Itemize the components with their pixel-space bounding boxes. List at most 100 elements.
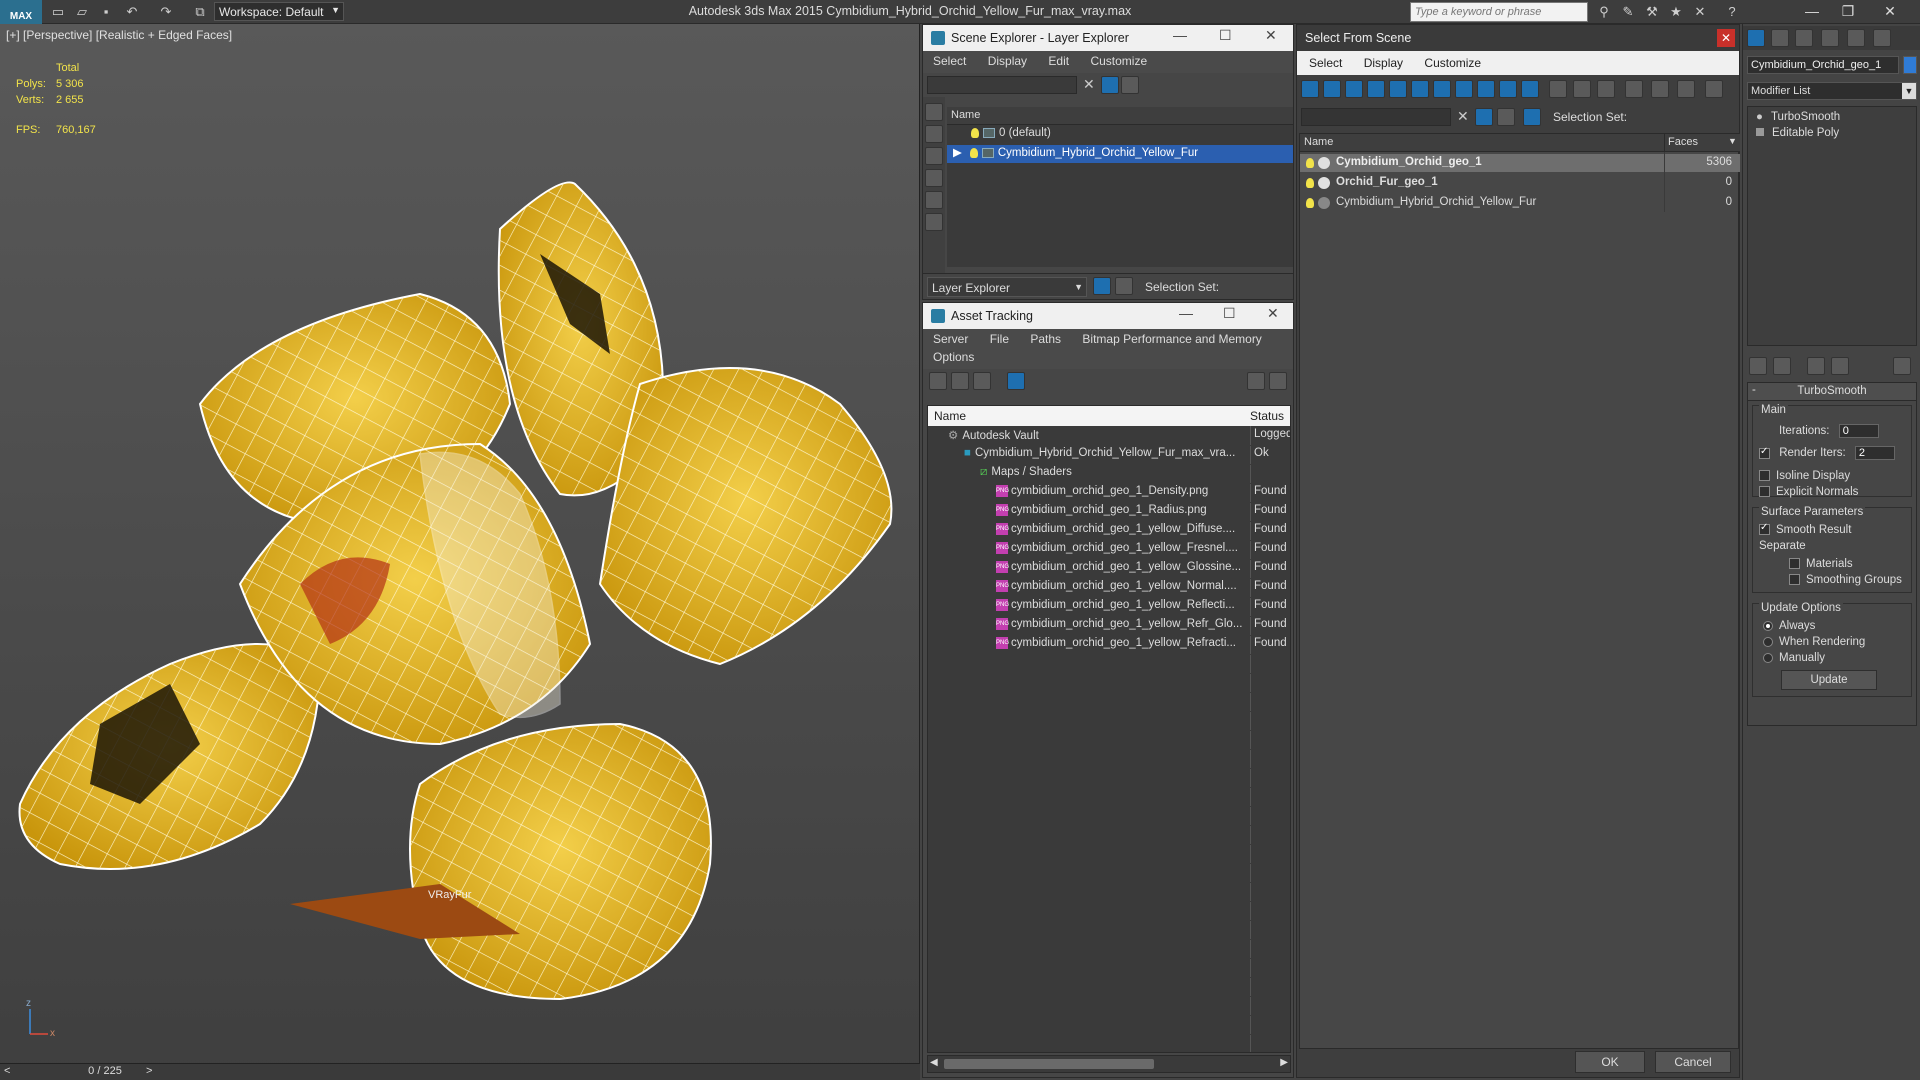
configure-modifier-sets-icon[interactable]	[1893, 357, 1911, 375]
menu-bitmap-performance[interactable]: Bitmap Performance and Memory	[1082, 332, 1261, 346]
explicit-normals-checkbox[interactable]	[1759, 486, 1770, 498]
remove-modifier-icon[interactable]	[1831, 357, 1849, 375]
app-logo[interactable]: MAX	[0, 0, 42, 24]
explorer-mode-dropdown[interactable]: Layer Explorer ▼	[927, 277, 1087, 297]
bulb-icon[interactable]	[1306, 158, 1314, 168]
clear-icon[interactable]: ✕	[1083, 76, 1095, 93]
menu-customize[interactable]: Customize	[1090, 54, 1147, 68]
x-exchange-icon[interactable]: ✕	[1692, 4, 1708, 20]
object-name-field[interactable]: Cymbidium_Orchid_geo_1	[1747, 56, 1899, 74]
motion-tab-icon[interactable]	[1821, 29, 1839, 47]
undo-icon[interactable]: ↶	[124, 4, 140, 20]
menu-select[interactable]: Select	[933, 54, 966, 68]
display-lights-icon[interactable]	[925, 147, 943, 165]
smoothing-groups-row[interactable]: Smoothing Groups	[1789, 574, 1902, 586]
isoline-checkbox[interactable]	[1759, 470, 1770, 482]
thumbnail-view-icon[interactable]	[973, 372, 991, 390]
always-radio[interactable]	[1763, 620, 1773, 631]
find-input[interactable]	[1301, 108, 1451, 126]
display-cameras-icon[interactable]	[925, 169, 943, 187]
time-next-button[interactable]: >	[146, 1065, 152, 1077]
asset-row[interactable]: PNG cymbidium_orchid_geo_1_Radius.png Foun…	[928, 502, 1290, 520]
select-invert-icon[interactable]	[1677, 80, 1695, 98]
bulb-icon[interactable]	[969, 147, 978, 158]
minimize-icon[interactable]: —	[1179, 305, 1193, 321]
select-none-icon[interactable]	[1651, 80, 1669, 98]
asset-row[interactable]: PNG cymbidium_orchid_geo_1_yellow_Reflect…	[928, 597, 1290, 615]
update-button[interactable]: Update	[1781, 670, 1877, 690]
asset-row[interactable]: PNG cymbidium_orchid_geo_1_yellow_Refr_Gl…	[928, 616, 1290, 634]
when-rendering-row[interactable]: When Rendering	[1763, 636, 1865, 648]
ok-button[interactable]: OK	[1575, 1051, 1645, 1073]
orchid-model[interactable]: VRayFur z x	[0, 24, 920, 1064]
close-icon[interactable]: ✕	[1880, 3, 1900, 21]
settings-icon[interactable]	[1269, 372, 1287, 390]
cameras-filter-icon[interactable]	[1367, 80, 1385, 98]
time-slider[interactable]: < 0 / 225 >	[0, 1063, 920, 1080]
expand-arrow-icon[interactable]: ▶	[953, 147, 962, 159]
isoline-row[interactable]: Isoline Display	[1759, 470, 1850, 482]
modify-tab-icon[interactable]	[1771, 29, 1789, 47]
smoothing-groups-checkbox[interactable]	[1789, 574, 1800, 586]
when-rendering-radio[interactable]	[1763, 636, 1773, 647]
close-icon[interactable]: ✕	[1267, 305, 1279, 322]
modifier-list-dropdown[interactable]: Modifier List ▼	[1747, 82, 1917, 100]
expand-box-icon[interactable]	[1756, 128, 1764, 136]
menu-select[interactable]: Select	[1309, 56, 1342, 70]
geometry-filter-icon[interactable]	[1301, 80, 1319, 98]
display-helpers-icon[interactable]	[925, 191, 943, 209]
object-row[interactable]: Cymbidium_Orchid_geo_1 5306	[1300, 154, 1740, 172]
asset-row[interactable]: ⚙ Autodesk Vault Logged	[928, 426, 1290, 444]
restore-icon[interactable]: ❐	[1838, 3, 1858, 21]
hierarchy-icon[interactable]	[1115, 277, 1133, 295]
select-from-scene-titlebar[interactable]: Select From Scene ✕	[1297, 25, 1739, 51]
menu-display[interactable]: Display	[1364, 56, 1403, 70]
menu-server[interactable]: Server	[933, 332, 968, 346]
menu-file[interactable]: File	[990, 332, 1009, 346]
refresh-icon[interactable]	[929, 372, 947, 390]
menu-display[interactable]: Display	[988, 54, 1027, 68]
asset-row[interactable]: PNG cymbidium_orchid_geo_1_yellow_Fresnel…	[928, 540, 1290, 558]
lightbulb-icon[interactable]: ●	[1756, 111, 1763, 123]
col-name-header[interactable]: Name	[1304, 136, 1333, 148]
asset-row[interactable]: PNG cymbidium_orchid_geo_1_yellow_Diffuse…	[928, 521, 1290, 539]
table-view-icon[interactable]	[1007, 372, 1025, 390]
scene-explorer-titlebar[interactable]: Scene Explorer - Layer Explorer — ☐ ✕	[923, 25, 1293, 51]
helpers-filter-icon[interactable]	[1389, 80, 1407, 98]
cancel-button[interactable]: Cancel	[1655, 1051, 1731, 1073]
filter-icon[interactable]	[1101, 76, 1119, 94]
asset-tracking-titlebar[interactable]: Asset Tracking — ☐ ✕	[923, 303, 1293, 329]
object-color-swatch[interactable]	[1903, 56, 1917, 74]
manually-radio[interactable]	[1763, 652, 1773, 663]
materials-checkbox[interactable]	[1789, 558, 1800, 570]
asset-row[interactable]: PNG cymbidium_orchid_geo_1_yellow_Normal.…	[928, 578, 1290, 596]
bulb-icon[interactable]	[1306, 198, 1314, 208]
invert-display-icon[interactable]	[1597, 80, 1615, 98]
layer-row-default[interactable]: 0 (default)	[947, 127, 1293, 145]
asset-row[interactable]: PNG cymbidium_orchid_geo_1_Density.png Fou…	[928, 483, 1290, 501]
bulb-icon[interactable]	[971, 127, 979, 138]
xrefs-filter-icon[interactable]	[1455, 80, 1473, 98]
shapes-filter-icon[interactable]	[1323, 80, 1341, 98]
asset-row[interactable]: ⧄ Maps / Shaders	[928, 464, 1290, 482]
binoculars-icon[interactable]: ⚲	[1596, 4, 1612, 20]
layer-filter-icon[interactable]	[1497, 108, 1515, 126]
filter-icon[interactable]	[1475, 108, 1493, 126]
explicit-normals-row[interactable]: Explicit Normals	[1759, 486, 1858, 498]
new-file-icon[interactable]: ▭	[50, 4, 66, 20]
object-row[interactable]: Cymbidium_Hybrid_Orchid_Yellow_Fur 0	[1300, 194, 1740, 212]
iterations-spinner[interactable]: 0	[1838, 424, 1879, 438]
groups-filter-icon[interactable]	[1433, 80, 1451, 98]
spacewarps-filter-icon[interactable]	[1411, 80, 1429, 98]
menu-paths[interactable]: Paths	[1030, 332, 1061, 346]
subscription-icon[interactable]: ⚒	[1644, 4, 1660, 20]
scroll-left-icon[interactable]: ◀	[930, 1057, 938, 1068]
display-spacewarps-icon[interactable]	[925, 213, 943, 231]
containers-filter-icon[interactable]	[1499, 80, 1517, 98]
favorites-icon[interactable]: ★	[1668, 4, 1684, 20]
hierarchy-tab-icon[interactable]	[1795, 29, 1813, 47]
scroll-right-icon[interactable]: ▶	[1280, 1057, 1288, 1068]
find-input[interactable]	[927, 76, 1077, 94]
lights-filter-icon[interactable]	[1345, 80, 1363, 98]
layer-filter-icon[interactable]	[1121, 76, 1139, 94]
